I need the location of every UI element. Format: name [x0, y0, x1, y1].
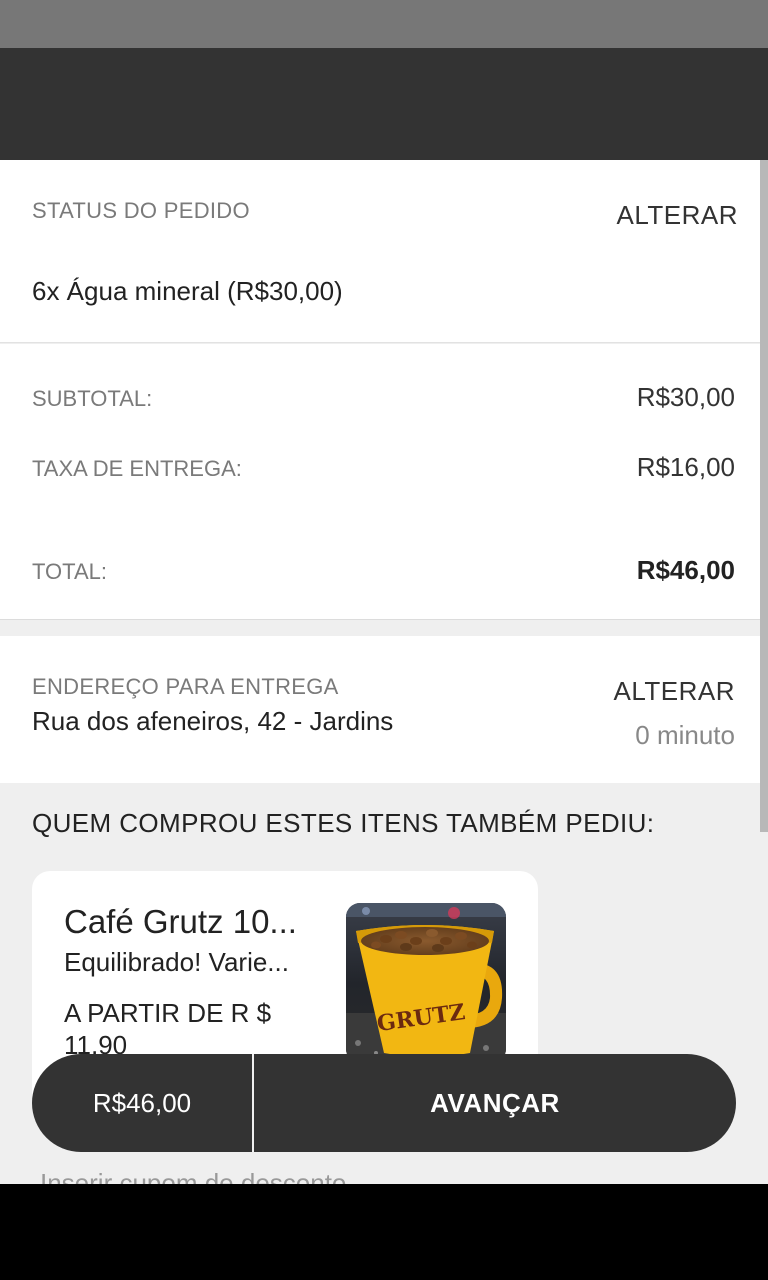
- delivery-fee-label: TAXA DE ENTREGA:: [32, 456, 242, 481]
- total-value: R$46,00: [636, 555, 735, 585]
- cart-scroll-area[interactable]: STATUS DO PEDIDO ALTERAR 6x Água mineral…: [0, 160, 768, 1184]
- subtotal-value: R$30,00: [636, 382, 735, 412]
- advance-button[interactable]: AVANÇAR: [254, 1054, 736, 1152]
- app-toolbar: [0, 48, 768, 160]
- subtotal-label: SUBTOTAL:: [32, 386, 153, 411]
- address-alter-button[interactable]: ALTERAR: [614, 676, 736, 707]
- product-price: A PARTIR DE R $ 11,90: [64, 998, 272, 1060]
- order-alter-button[interactable]: ALTERAR: [617, 200, 739, 231]
- checkout-bar: R$46,00 AVANÇAR: [32, 1054, 736, 1152]
- order-status-card: STATUS DO PEDIDO ALTERAR 6x Água mineral…: [0, 160, 768, 343]
- product-description: Equilibrado! Varie...: [64, 947, 289, 977]
- system-navigation-bar: [0, 1184, 768, 1280]
- delivery-eta: 0 minuto: [635, 720, 735, 750]
- delivery-address-card: ENDEREÇO PARA ENTREGA Rua dos afeneiros,…: [0, 636, 768, 783]
- address-line: Rua dos afeneiros, 42 - Jardins: [32, 706, 394, 736]
- order-status-title: STATUS DO PEDIDO: [32, 198, 250, 223]
- product-image: GRUTZ: [346, 903, 506, 1063]
- total-label: TOTAL:: [32, 559, 107, 584]
- product-name: Café Grutz 10...: [64, 903, 297, 940]
- delivery-fee-value: R$16,00: [636, 452, 735, 482]
- suggestions-title: QUEM COMPROU ESTES ITENS TAMBÉM PEDIU:: [32, 808, 655, 838]
- scrollbar[interactable]: [760, 160, 768, 832]
- order-item-line: 6x Água mineral (R$30,00): [32, 276, 343, 306]
- address-title: ENDEREÇO PARA ENTREGA: [32, 674, 339, 699]
- checkout-total: R$46,00: [92, 1088, 192, 1118]
- totals-card: SUBTOTAL: R$30,00 TAXA DE ENTREGA: R$16,…: [0, 344, 768, 620]
- coupon-link[interactable]: Inserir cupom de desconto: [40, 1168, 346, 1184]
- system-status-bar: [0, 0, 768, 48]
